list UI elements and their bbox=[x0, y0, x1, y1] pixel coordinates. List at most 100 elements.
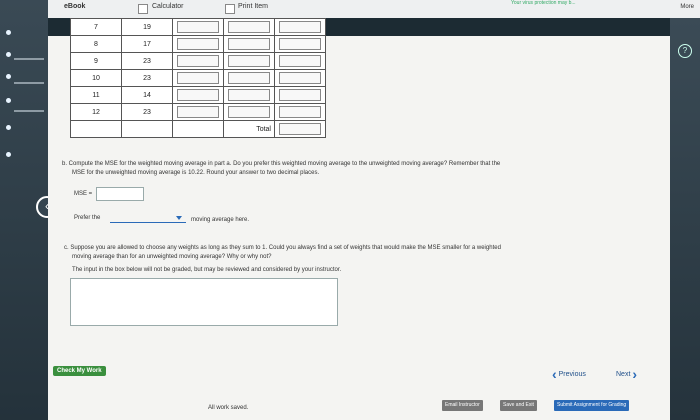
table-row: 11 14 bbox=[70, 86, 326, 104]
help-icon[interactable]: ? bbox=[678, 44, 692, 58]
table-row: 9 23 bbox=[70, 52, 326, 70]
forecast-cell[interactable] bbox=[172, 103, 224, 121]
rail-line bbox=[14, 58, 44, 60]
total-label: Total bbox=[223, 120, 275, 138]
squared-error-cell[interactable] bbox=[274, 86, 326, 104]
forecast-cell[interactable] bbox=[172, 35, 224, 53]
chevron-down-icon[interactable] bbox=[176, 216, 182, 220]
period-cell: 7 bbox=[70, 18, 122, 36]
table-row: 12 23 bbox=[70, 103, 326, 121]
error-cell[interactable] bbox=[223, 18, 275, 36]
forecast-input[interactable] bbox=[177, 21, 219, 33]
total-input[interactable] bbox=[279, 123, 321, 135]
save-status: All work saved. bbox=[208, 405, 249, 411]
print-icon bbox=[225, 4, 235, 14]
forecast-cell[interactable] bbox=[172, 52, 224, 70]
error-cell[interactable] bbox=[223, 35, 275, 53]
rail-dot bbox=[6, 74, 11, 79]
ebook-link[interactable]: eBook bbox=[64, 3, 85, 10]
forecast-cell[interactable] bbox=[172, 69, 224, 87]
forecast-input[interactable] bbox=[177, 55, 219, 67]
rail-dot bbox=[6, 152, 11, 157]
demand-cell: 23 bbox=[121, 69, 173, 87]
print-item-link[interactable]: Print Item bbox=[238, 3, 268, 10]
part-c-text3: The input in the box below will not be g… bbox=[72, 267, 342, 273]
error-cell[interactable] bbox=[223, 52, 275, 70]
error-cell[interactable] bbox=[223, 69, 275, 87]
part-b-text1: b. Compute the MSE for the weighted movi… bbox=[62, 161, 501, 167]
forecast-input[interactable] bbox=[177, 38, 219, 50]
more-link[interactable]: More bbox=[680, 4, 694, 10]
squared-error-input[interactable] bbox=[279, 72, 321, 84]
squared-error-cell[interactable] bbox=[274, 52, 326, 70]
squared-error-cell[interactable] bbox=[274, 18, 326, 36]
rail-dot bbox=[6, 30, 11, 35]
explanation-textarea[interactable] bbox=[70, 278, 338, 326]
previous-label: Previous bbox=[558, 370, 586, 378]
squared-error-input[interactable] bbox=[279, 106, 321, 118]
email-instructor-button[interactable]: Email Instructor bbox=[442, 400, 483, 411]
blank-cell bbox=[172, 120, 224, 138]
check-my-work-button[interactable]: Check My Work bbox=[53, 366, 106, 376]
forecast-input[interactable] bbox=[177, 89, 219, 101]
period-cell: 10 bbox=[70, 69, 122, 87]
rail-line bbox=[14, 82, 44, 84]
error-input[interactable] bbox=[228, 38, 270, 50]
chevron-left-icon: ‹ bbox=[552, 366, 557, 382]
previous-button[interactable]: ‹ Previous bbox=[552, 366, 586, 382]
part-c-text2: moving average than for an unweighted mo… bbox=[72, 254, 272, 260]
error-cell[interactable] bbox=[223, 103, 275, 121]
period-cell: 12 bbox=[70, 103, 122, 121]
rail-dot bbox=[6, 125, 11, 130]
demand-cell: 17 bbox=[121, 35, 173, 53]
squared-error-input[interactable] bbox=[279, 21, 321, 33]
demand-cell: 23 bbox=[121, 103, 173, 121]
chevron-right-icon: › bbox=[632, 366, 638, 382]
prefer-dropdown[interactable] bbox=[110, 222, 186, 223]
squared-error-input[interactable] bbox=[279, 89, 321, 101]
submit-assignment-button[interactable]: Submit Assignment for Grading bbox=[554, 400, 630, 411]
squared-error-cell[interactable] bbox=[274, 103, 326, 121]
error-input[interactable] bbox=[228, 89, 270, 101]
rail-dot bbox=[6, 98, 11, 103]
forecast-input[interactable] bbox=[177, 72, 219, 84]
squared-error-input[interactable] bbox=[279, 55, 321, 67]
forecast-table: 7 19 8 17 9 23 10 23 11 14 12 23 Total bbox=[70, 18, 326, 138]
squared-error-input[interactable] bbox=[279, 38, 321, 50]
mse-input[interactable] bbox=[96, 187, 144, 201]
calculator-link[interactable]: Calculator bbox=[152, 3, 184, 10]
next-button[interactable]: Next › bbox=[616, 366, 637, 382]
top-toolbar: eBook Calculator Print Item Your virus p… bbox=[0, 0, 700, 19]
forecast-cell[interactable] bbox=[172, 86, 224, 104]
rail-line bbox=[14, 110, 44, 112]
save-and-exit-button[interactable]: Save and Exit bbox=[500, 400, 537, 411]
forecast-cell[interactable] bbox=[172, 18, 224, 36]
period-cell: 8 bbox=[70, 35, 122, 53]
error-cell[interactable] bbox=[223, 86, 275, 104]
error-input[interactable] bbox=[228, 55, 270, 67]
squared-error-cell[interactable] bbox=[274, 35, 326, 53]
error-input[interactable] bbox=[228, 106, 270, 118]
part-c-text1: c. Suppose you are allowed to choose any… bbox=[64, 245, 501, 251]
squared-error-cell[interactable] bbox=[274, 69, 326, 87]
demand-cell: 23 bbox=[121, 52, 173, 70]
period-cell: 9 bbox=[70, 52, 122, 70]
total-cell[interactable] bbox=[274, 120, 326, 138]
mse-label: MSE = bbox=[74, 191, 93, 197]
error-input[interactable] bbox=[228, 21, 270, 33]
question-page: 7 19 8 17 9 23 10 23 11 14 12 23 Total b. Compute th… bbox=[48, 18, 670, 420]
calculator-icon bbox=[138, 4, 148, 14]
table-row: 10 23 bbox=[70, 69, 326, 87]
blank-cell bbox=[70, 120, 122, 138]
forecast-input[interactable] bbox=[177, 106, 219, 118]
table-row: 7 19 bbox=[70, 18, 326, 36]
blank-cell bbox=[121, 120, 173, 138]
part-b-text2: MSE for the unweighted moving average is… bbox=[72, 170, 320, 176]
right-rail bbox=[670, 18, 700, 420]
next-label: Next bbox=[616, 370, 631, 378]
demand-cell: 19 bbox=[121, 18, 173, 36]
virus-warning: Your virus protection may b... bbox=[511, 0, 576, 6]
rail-dot bbox=[6, 52, 11, 57]
table-row: 8 17 bbox=[70, 35, 326, 53]
error-input[interactable] bbox=[228, 72, 270, 84]
